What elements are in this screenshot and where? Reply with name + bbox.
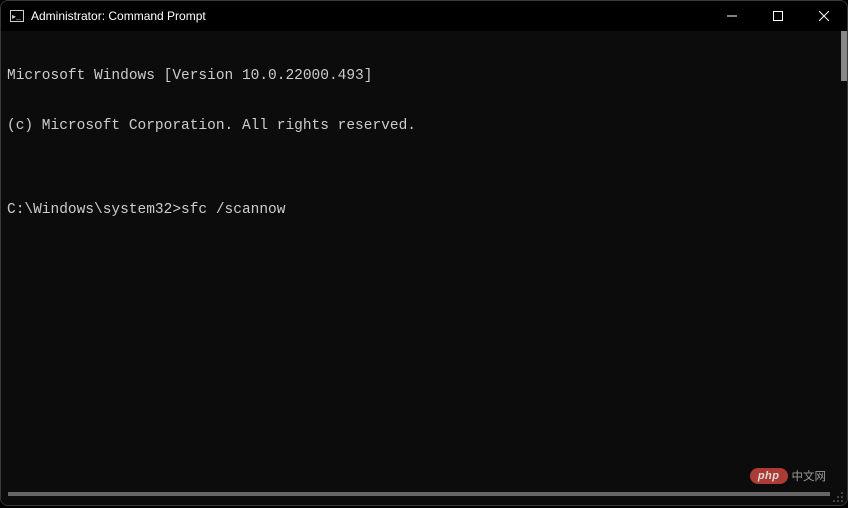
watermark: php 中文网 <box>750 468 826 484</box>
cmd-icon: ▸_ <box>9 8 25 24</box>
close-button[interactable] <box>801 1 847 31</box>
horizontal-scrollbar[interactable] <box>8 492 830 496</box>
terminal-output[interactable]: Microsoft Windows [Version 10.0.22000.49… <box>1 31 847 505</box>
window-controls <box>709 1 847 31</box>
command-prompt-window: ▸_ Administrator: Command Prompt Microso… <box>0 0 848 506</box>
maximize-button[interactable] <box>755 1 801 31</box>
minimize-button[interactable] <box>709 1 755 31</box>
resize-grip[interactable] <box>832 490 844 502</box>
terminal-line: (c) Microsoft Corporation. All rights re… <box>7 118 841 135</box>
terminal-line: Microsoft Windows [Version 10.0.22000.49… <box>7 68 841 85</box>
svg-text:▸_: ▸_ <box>12 13 21 22</box>
watermark-badge: php <box>750 468 788 484</box>
watermark-text: 中文网 <box>792 468 827 484</box>
titlebar[interactable]: ▸_ Administrator: Command Prompt <box>1 1 847 31</box>
terminal-prompt-line: C:\Windows\system32>sfc /scannow <box>7 202 841 219</box>
vertical-scrollbar[interactable] <box>841 31 847 81</box>
window-title: Administrator: Command Prompt <box>31 9 206 23</box>
